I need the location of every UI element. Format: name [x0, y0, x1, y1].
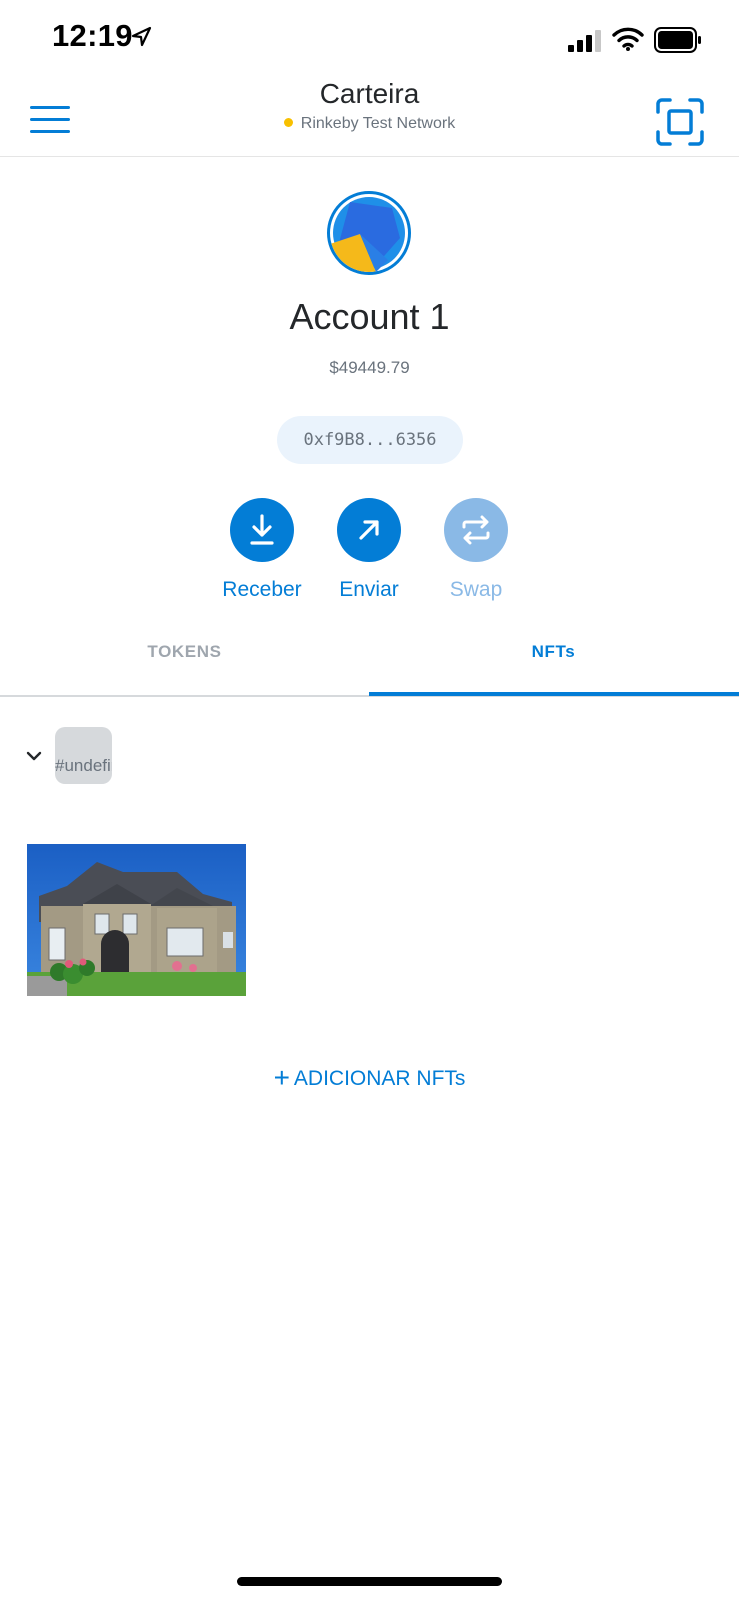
header-divider	[0, 156, 739, 157]
send-arrow-icon	[337, 498, 401, 562]
house-photo	[27, 844, 246, 996]
cellular-signal-icon	[568, 30, 601, 52]
swap-button[interactable]: Swap	[421, 498, 531, 602]
send-button[interactable]: Enviar	[314, 498, 424, 602]
swap-arrows-icon	[444, 498, 508, 562]
tab-nfts[interactable]: NFTs	[369, 628, 738, 696]
account-name[interactable]: Account 1	[0, 296, 739, 338]
location-arrow-icon	[131, 26, 152, 47]
network-indicator[interactable]: Rinkeby Test Network	[0, 115, 739, 133]
active-tab-indicator	[369, 692, 739, 696]
receive-download-icon	[230, 498, 294, 562]
fiat-balance: $49449.79	[329, 358, 410, 377]
battery-icon	[654, 27, 701, 53]
qr-scan-icon[interactable]	[656, 98, 704, 146]
plus-icon: +	[273, 1062, 290, 1093]
status-time: 12:19	[52, 18, 133, 53]
receive-button[interactable]: Receber	[207, 498, 317, 602]
add-nfts-button[interactable]: + ADICIONAR NFTs	[0, 1062, 739, 1094]
wifi-icon	[612, 27, 644, 51]
network-name: Rinkeby Test Network	[300, 115, 456, 132]
receive-label: Receber	[222, 578, 302, 601]
network-status-dot	[283, 118, 293, 128]
account-address-button[interactable]: 0xf9B8...6356	[277, 416, 463, 464]
identicon-image	[330, 197, 405, 272]
swap-label: Swap	[449, 578, 503, 601]
nft-image-house[interactable]	[27, 844, 246, 996]
chevron-down-icon[interactable]	[22, 744, 46, 768]
home-indicator[interactable]	[237, 1577, 502, 1586]
account-avatar[interactable]	[327, 191, 411, 275]
send-label: Enviar	[339, 578, 399, 601]
screen-title: Carteira	[319, 78, 420, 109]
collection-name: #undefined	[55, 756, 112, 775]
add-nfts-label: ADICIONAR NFTs	[293, 1067, 466, 1090]
tab-tokens[interactable]: TOKENS	[0, 628, 369, 696]
